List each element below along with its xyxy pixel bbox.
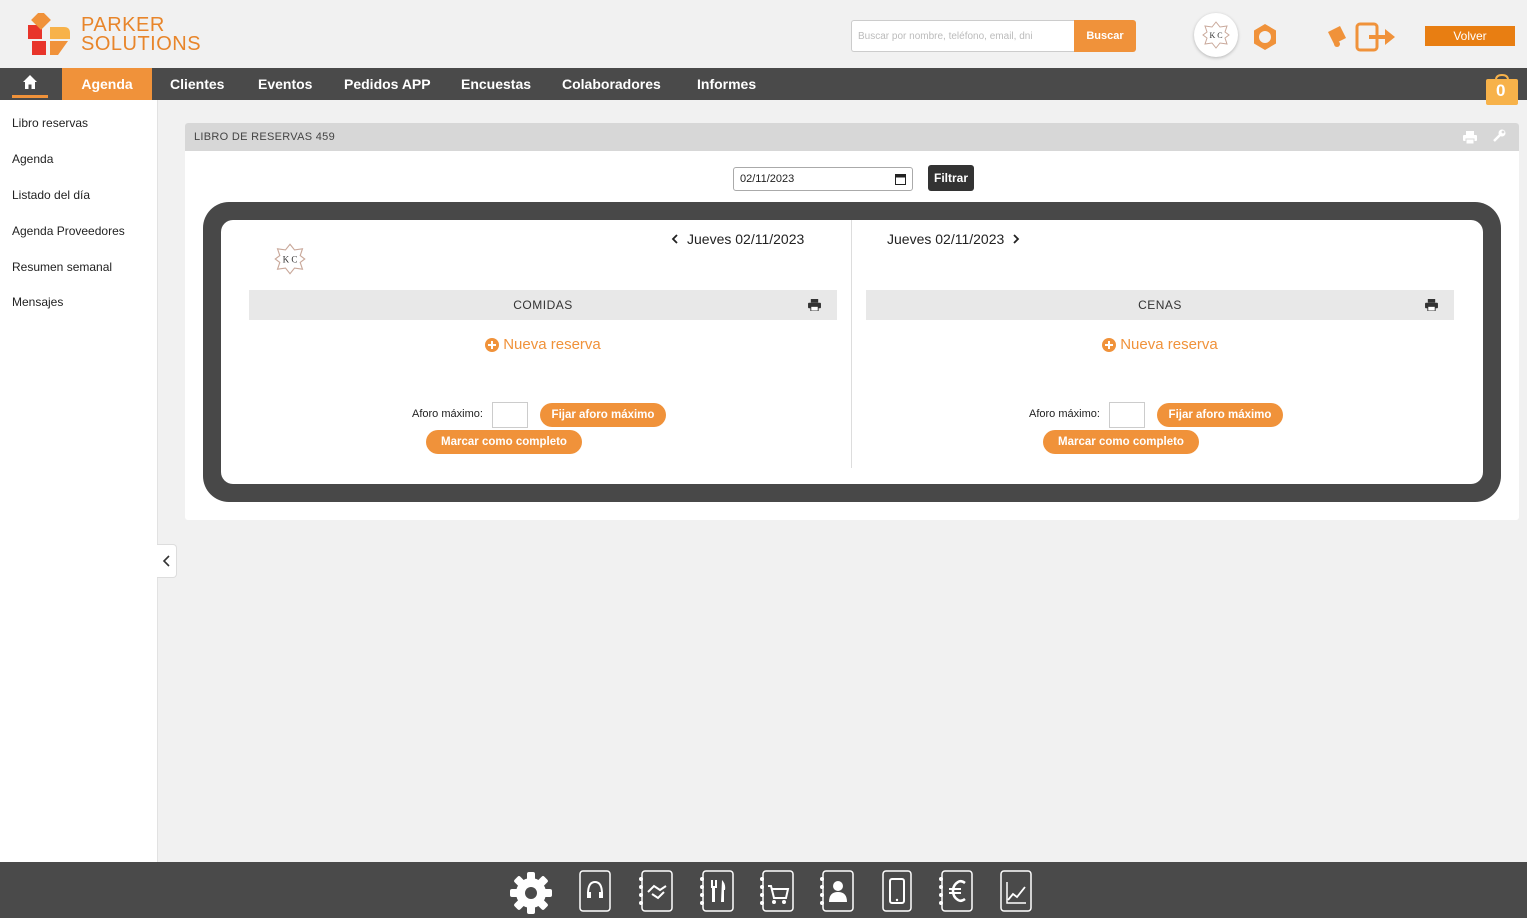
column-divider [851, 220, 852, 468]
nav-item-informes[interactable]: Informes [679, 68, 774, 100]
set-aforo-button[interactable]: Fijar aforo máximo [1157, 403, 1283, 427]
sidebar-collapse-button[interactable] [157, 544, 177, 578]
new-reservation-label: Nueva reserva [503, 336, 601, 353]
print-icon[interactable] [1463, 131, 1477, 144]
new-reservation-label: Nueva reserva [1120, 336, 1218, 353]
kc-logo-icon: K C [1202, 21, 1230, 49]
panel-title: LIBRO DE RESERVAS 459 [194, 131, 336, 143]
settings-gear-icon[interactable] [508, 870, 554, 916]
chevron-left-icon [671, 234, 678, 244]
parker-solutions-logo[interactable]: PARKER SOLUTIONS [28, 13, 208, 57]
chevron-left-icon [162, 555, 170, 567]
logo-text: PARKER SOLUTIONS [81, 15, 202, 55]
aforo-label: Aforo máximo: [412, 408, 483, 420]
chevron-right-icon [1013, 234, 1020, 244]
header: PARKER SOLUTIONS Buscar K C Volver [0, 0, 1527, 68]
nav-item-eventos[interactable]: Eventos [240, 68, 330, 100]
new-reservation-cenas[interactable]: Nueva reserva [866, 336, 1454, 353]
sidebar-item-mensajes[interactable]: Mensajes [12, 295, 63, 309]
cenas-header: CENAS [866, 290, 1454, 320]
footer-toolbar [0, 862, 1527, 918]
euro-icon[interactable] [938, 870, 974, 912]
chart-icon[interactable] [1000, 870, 1032, 912]
logo-line2: SOLUTIONS [81, 33, 202, 55]
nav-item-pedidos-app[interactable]: Pedidos APP [326, 68, 449, 100]
aforo-input[interactable] [492, 402, 528, 428]
mark-complete-button[interactable]: Marcar como completo [1043, 430, 1199, 454]
sidebar-item-listado-del-dia[interactable]: Listado del día [12, 188, 90, 202]
mobile-icon[interactable] [882, 870, 912, 912]
comidas-header: COMIDAS [249, 290, 837, 320]
contacts-icon[interactable] [819, 870, 855, 912]
main-nav: Agenda Clientes Eventos Pedidos APP Encu… [0, 68, 1527, 100]
plus-circle-icon [485, 337, 500, 352]
print-icon[interactable] [808, 299, 821, 311]
aforo-row: Aforo máximo: Fijar aforo máximo [249, 402, 837, 428]
filter-button[interactable]: Filtrar [928, 165, 974, 191]
logo-mark-icon [28, 13, 70, 55]
cenas-title: CENAS [1138, 298, 1182, 312]
mark-complete-button[interactable]: Marcar como completo [426, 430, 582, 454]
plus-circle-icon [1102, 337, 1117, 352]
cart-count: 0 [1496, 81, 1506, 100]
date-value: 02/11/2023 [740, 173, 795, 185]
booking-frame: K C Jueves 02/11/2023 Jueves 02/11/2023 … [203, 202, 1501, 502]
aforo-label: Aforo máximo: [1029, 408, 1100, 420]
new-reservation-comidas[interactable]: Nueva reserva [249, 336, 837, 353]
logout-icon[interactable] [1355, 22, 1397, 52]
cart-icon[interactable] [759, 870, 795, 912]
comidas-title: COMIDAS [513, 298, 573, 312]
kc-logo-icon: K C [274, 243, 306, 275]
calendar-icon[interactable] [895, 173, 906, 185]
prev-day-nav[interactable]: Jueves 02/11/2023 [671, 231, 804, 247]
booking-card: K C Jueves 02/11/2023 Jueves 02/11/2023 … [221, 220, 1483, 484]
set-aforo-button[interactable]: Fijar aforo máximo [540, 403, 666, 427]
nav-item-clientes[interactable]: Clientes [152, 68, 242, 100]
date-input[interactable]: 02/11/2023 [733, 167, 913, 191]
headset-icon[interactable] [579, 870, 611, 912]
sidebar-item-resumen-semanal[interactable]: Resumen semanal [12, 260, 112, 274]
sidebar-item-libro-reservas[interactable]: Libro reservas [12, 116, 88, 130]
sidebar-item-agenda[interactable]: Agenda [12, 152, 53, 166]
panel-header: LIBRO DE RESERVAS 459 [185, 123, 1519, 151]
search-input[interactable] [851, 20, 1075, 52]
aforo-input[interactable] [1109, 402, 1145, 428]
next-day-nav[interactable]: Jueves 02/11/2023 [887, 231, 1020, 247]
restaurant-icon[interactable] [699, 870, 735, 912]
bell-icon[interactable] [1322, 22, 1350, 50]
svg-text:K C: K C [283, 254, 298, 264]
left-day-label: Jueves 02/11/2023 [687, 231, 805, 247]
nav-home[interactable] [12, 68, 48, 98]
cart-badge[interactable]: 0 [1484, 73, 1520, 106]
aforo-row: Aforo máximo: Fijar aforo máximo [866, 402, 1454, 428]
handshake-icon[interactable] [638, 870, 674, 912]
right-day-label: Jueves 02/11/2023 [887, 231, 1005, 247]
nav-item-colaboradores[interactable]: Colaboradores [544, 68, 679, 100]
nav-item-encuestas[interactable]: Encuestas [443, 68, 549, 100]
avatar[interactable]: K C [1194, 13, 1238, 57]
wrench-icon[interactable] [1492, 129, 1506, 143]
volver-button[interactable]: Volver [1425, 26, 1515, 46]
nav-item-agenda[interactable]: Agenda [62, 68, 152, 100]
search-button[interactable]: Buscar [1074, 20, 1136, 52]
sidebar: Libro reservas Agenda Listado del día Ag… [0, 100, 158, 862]
svg-text:K C: K C [1209, 31, 1222, 40]
settings-hex-icon[interactable] [1250, 22, 1280, 52]
print-icon[interactable] [1425, 299, 1438, 311]
home-icon [23, 74, 37, 89]
sidebar-item-agenda-proveedores[interactable]: Agenda Proveedores [12, 224, 125, 238]
reservation-book-panel: LIBRO DE RESERVAS 459 02/11/2023 Filtrar… [185, 123, 1519, 520]
